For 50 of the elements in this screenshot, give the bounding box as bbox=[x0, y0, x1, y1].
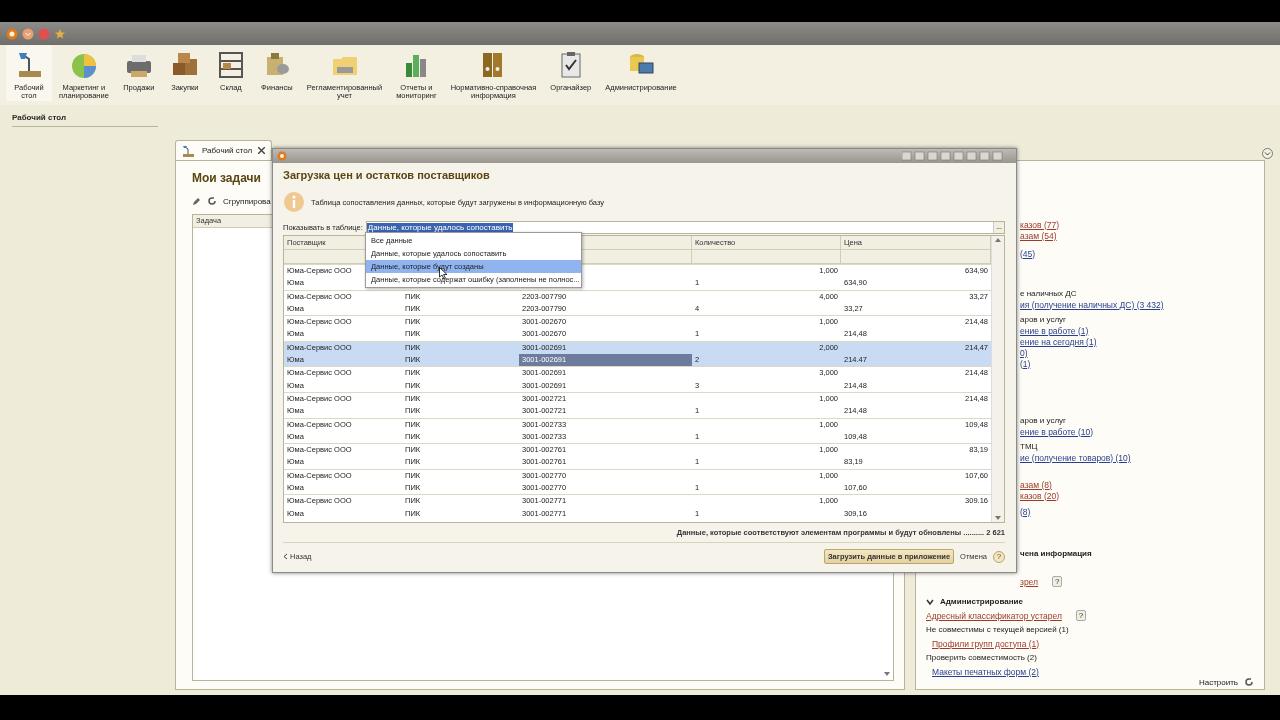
group-label: е наличных ДС bbox=[1020, 289, 1077, 298]
task-link[interactable]: (45) bbox=[1020, 248, 1036, 259]
help-button[interactable]: ? bbox=[993, 550, 1005, 563]
chevron-left-icon bbox=[283, 553, 288, 560]
task-link[interactable]: Профили групп доступа (1) bbox=[932, 638, 1040, 649]
star-icon[interactable] bbox=[54, 27, 66, 40]
task-link[interactable]: казов (20) bbox=[1020, 490, 1060, 501]
lamp-icon bbox=[182, 144, 196, 157]
task-link[interactable]: (8) bbox=[1020, 506, 1031, 517]
chevron-down-icon[interactable] bbox=[926, 597, 934, 606]
scroll-down-icon[interactable] bbox=[994, 514, 1002, 522]
collapse-icon[interactable] bbox=[1262, 148, 1273, 159]
close-icon[interactable] bbox=[258, 147, 266, 154]
desktop-tab[interactable]: Рабочий стол bbox=[175, 140, 273, 160]
pencil-icon[interactable] bbox=[192, 196, 201, 206]
help-button[interactable]: ? bbox=[1075, 610, 1087, 621]
menu-icon[interactable] bbox=[22, 27, 34, 40]
section-heading: Администрирование bbox=[940, 597, 1023, 606]
task-link[interactable]: ение на сегодня (1) bbox=[1020, 336, 1097, 347]
scroll-up-icon[interactable] bbox=[994, 236, 1002, 244]
sidebar-title: Рабочий стол bbox=[12, 113, 158, 127]
group-by-button[interactable]: Сгруппирова bbox=[223, 196, 271, 206]
task-link[interactable]: ение в работе (10) bbox=[1020, 426, 1093, 437]
group-label: Не совместимы с текущей версией (1) bbox=[926, 625, 1069, 634]
settings-button[interactable]: Настроить bbox=[1198, 677, 1238, 687]
dialog-heading: Загрузка цен и остатков поставщиков bbox=[283, 169, 491, 181]
task-link[interactable]: ение в работе (1) bbox=[1020, 325, 1089, 336]
app-logo-icon bbox=[6, 27, 18, 40]
section-heading: чена информация bbox=[1020, 548, 1092, 558]
task-link[interactable]: ия (получение наличных ДС) (3 432) bbox=[1020, 299, 1164, 310]
info-icon bbox=[283, 191, 305, 213]
task-link[interactable]: зрел bbox=[1020, 576, 1039, 587]
task-link[interactable]: (1) bbox=[1020, 358, 1031, 369]
group-label: ТМЦ bbox=[1020, 442, 1038, 451]
task-link[interactable]: Макеты печатных форм (2) bbox=[932, 666, 1039, 677]
task-link[interactable]: Адресный классификатор устарел bbox=[926, 610, 1062, 621]
panel-title: Мои задачи bbox=[192, 171, 261, 185]
scroll-down-icon[interactable] bbox=[883, 670, 891, 678]
task-link[interactable]: 0) bbox=[1020, 347, 1028, 358]
task-link[interactable]: азам (54) bbox=[1020, 230, 1057, 241]
refresh-icon[interactable] bbox=[1244, 677, 1254, 687]
task-link[interactable]: азам (8) bbox=[1020, 479, 1052, 490]
group-label: аров и услуг bbox=[1020, 416, 1066, 425]
group-label: аров и услуг bbox=[1020, 315, 1066, 324]
help-button[interactable]: ? bbox=[1052, 576, 1063, 587]
task-link[interactable]: ие (получение товаров) (10) bbox=[1020, 452, 1131, 463]
refresh-icon[interactable] bbox=[207, 196, 217, 206]
group-label: Проверить совместимость (2) bbox=[926, 653, 1037, 662]
app-logo-icon bbox=[277, 151, 287, 161]
task-link[interactable]: казов (77) bbox=[1020, 219, 1060, 230]
